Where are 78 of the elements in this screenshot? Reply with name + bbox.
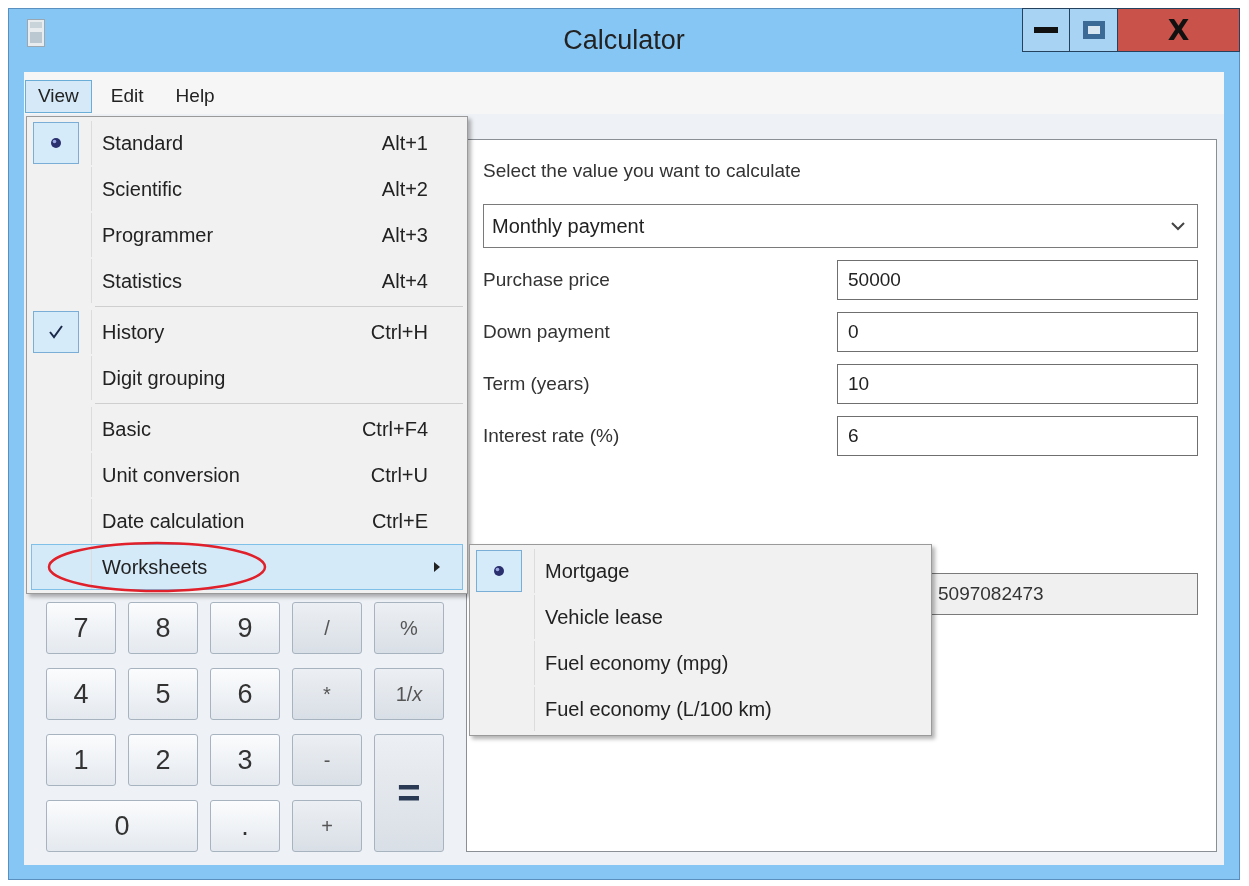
menu-item-label: History [102,320,166,344]
input-field[interactable]: 0 [837,312,1198,352]
field-label: Interest rate (%) [483,425,621,447]
menu-bar-item[interactable]: Edit [97,79,157,113]
input-field[interactable]: 6 [837,416,1198,456]
menu-item-label: Date calculation [102,509,246,533]
keypad-key[interactable]: * [292,668,362,720]
field-label: Purchase price [483,269,611,291]
menu-item[interactable]: Fuel economy (mpg) [474,640,927,686]
submenu-arrow-icon [434,562,440,572]
result-value: 5097082473 [938,583,1044,605]
menu-item-label: Statistics [102,269,184,293]
menu-item[interactable]: History Ctrl+H [31,309,463,355]
menu-item-label: Standard [102,131,185,155]
menu-item-label: Scientific [102,177,184,201]
keypad-key[interactable]: 9 [210,602,280,654]
window-title: Calculator [563,25,685,56]
menu-item-label: Basic [102,417,152,441]
keypad-key[interactable]: 2 [128,734,198,786]
keypad-key[interactable]: % [374,602,444,654]
shortcut-label: Ctrl+E [371,509,428,533]
shortcut-label: Alt+1 [381,131,428,155]
menu-item[interactable]: Scientific Alt+2 [31,166,463,212]
dropdown-value: Monthly payment [492,214,645,238]
keypad-key[interactable]: 1 [46,734,116,786]
minimize-button[interactable] [1022,8,1070,52]
menu-item[interactable]: Date calculation Ctrl+E [31,498,463,544]
menu-item-label: Vehicle lease [545,605,664,629]
menu-item[interactable]: Statistics Alt+4 [31,258,463,304]
shortcut-label: Alt+3 [381,223,428,247]
shortcut-label: Ctrl+U [370,463,428,487]
field-label: Term (years) [483,373,591,395]
shortcut-label: Alt+4 [381,269,428,293]
menu-item-label: Unit conversion [102,463,241,487]
menu-item[interactable]: Mortgage [474,548,927,594]
menu-bar-item[interactable]: View [25,79,92,113]
menu-item-label: Programmer [102,223,215,247]
menu-item[interactable]: Programmer Alt+3 [31,212,463,258]
input-field[interactable]: 10 [837,364,1198,404]
menu-item[interactable]: Standard Alt+1 [31,120,463,166]
keypad-key[interactable]: / [292,602,362,654]
menu-item-label: Digit grouping [102,366,227,390]
calculator-icon [27,19,45,47]
menu-item[interactable]: Vehicle lease [474,594,927,640]
menu-item-label: Mortgage [545,559,631,583]
keypad-key[interactable]: 5 [128,668,198,720]
menu-item[interactable]: Unit conversion Ctrl+U [31,452,463,498]
prompt-label: Select the value you want to calculate [483,160,802,182]
keypad-key[interactable]: 3 [210,734,280,786]
keypad-key[interactable]: = [374,734,444,852]
keypad-key[interactable]: - [292,734,362,786]
menu-item-label: Fuel economy (mpg) [545,651,730,675]
keypad-key[interactable]: . [210,800,280,852]
shortcut-label: Ctrl+H [370,320,428,344]
keypad-key[interactable]: 1/x [374,668,444,720]
calculate-dropdown[interactable]: Monthly payment [483,204,1198,248]
shortcut-label: Ctrl+F4 [361,417,428,441]
input-field[interactable]: 50000 [837,260,1198,300]
keypad-key[interactable]: 0 [46,800,198,852]
menu-item[interactable]: Digit grouping [31,355,463,401]
maximize-icon [1082,21,1105,39]
menu-item-label: Worksheets [102,555,209,579]
field-label: Down payment [483,321,611,343]
menu-item-label: Fuel economy (L/100 km) [545,697,773,721]
keypad-key[interactable]: 7 [46,602,116,654]
keypad-key[interactable]: + [292,800,362,852]
menu-item[interactable]: Fuel economy (L/100 km) [474,686,927,732]
menu-item[interactable]: Basic Ctrl+F4 [31,406,463,452]
menu-item[interactable]: Worksheets [31,544,463,590]
minimize-icon [1034,27,1058,33]
close-button[interactable]: X [1118,8,1240,52]
maximize-button[interactable] [1070,8,1118,52]
menu-bar-item[interactable]: Help [162,79,228,113]
keypad-key[interactable]: 4 [46,668,116,720]
keypad-key[interactable]: 6 [210,668,280,720]
shortcut-label: Alt+2 [381,177,428,201]
keypad-key[interactable]: 8 [128,602,198,654]
chevron-down-icon [1171,221,1185,231]
